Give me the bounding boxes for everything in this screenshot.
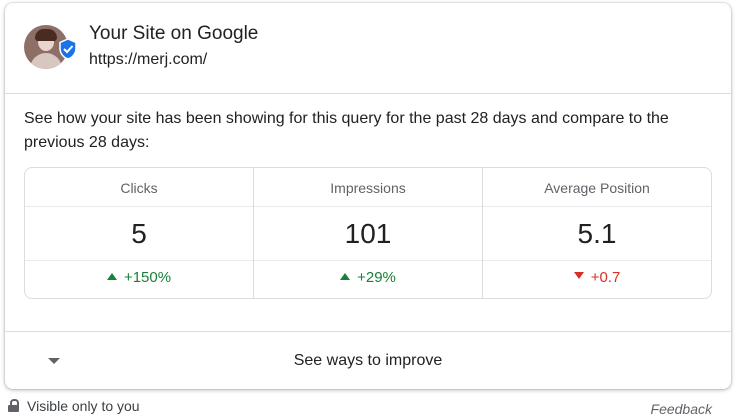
lock-icon — [8, 399, 19, 412]
stats-table: Clicks 5 +150% Impressions 101 +29% Aver… — [24, 167, 712, 299]
stat-value: 101 — [344, 218, 392, 249]
stat-value: 5.1 — [577, 218, 617, 249]
arrow-up-icon — [340, 273, 351, 280]
performance-description: See how your site has been showing for t… — [24, 110, 669, 151]
stat-value: 5 — [131, 218, 147, 249]
stat-change: +0.7 — [483, 269, 711, 286]
visibility-note: Visible only to you — [8, 398, 140, 414]
arrow-down-icon — [573, 272, 584, 279]
improve-label: See ways to improve — [293, 352, 443, 369]
stat-change: +150% — [25, 269, 253, 286]
stat-average-position: Average Position 5.1 +0.7 — [482, 168, 711, 298]
stat-label: Impressions — [330, 180, 406, 196]
stat-change: +29% — [254, 269, 482, 286]
stat-impressions: Impressions 101 +29% — [253, 168, 482, 298]
stat-label: Clicks — [120, 180, 158, 196]
see-ways-to-improve-button[interactable]: See ways to improve — [5, 332, 731, 389]
site-title: Your Site on Google — [89, 23, 259, 44]
search-console-card: Your Site on Google https://merj.com/ Se… — [5, 3, 731, 389]
arrow-up-icon — [106, 273, 117, 280]
verified-badge-icon — [59, 38, 77, 60]
stat-clicks: Clicks 5 +150% — [25, 168, 253, 298]
card-header: Your Site on Google https://merj.com/ — [5, 3, 731, 94]
site-url[interactable]: https://merj.com/ — [89, 51, 207, 69]
feedback-link[interactable]: Feedback — [651, 401, 712, 417]
stat-label: Average Position — [544, 180, 650, 196]
